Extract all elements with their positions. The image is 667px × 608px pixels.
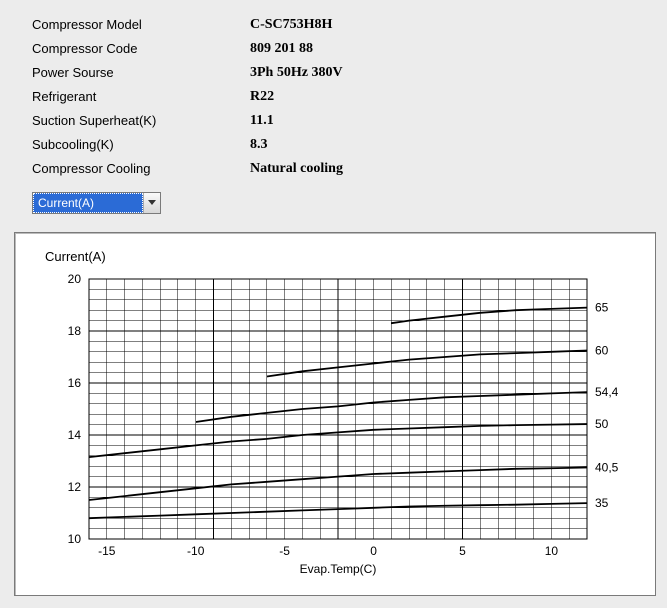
- svg-text:-5: -5: [279, 544, 290, 558]
- svg-text:-15: -15: [98, 544, 116, 558]
- series-label: 50: [595, 417, 609, 431]
- spec-row: Power Sourse3Ph 50Hz 380V: [32, 62, 667, 84]
- chart-title: Current(A): [45, 249, 106, 264]
- svg-text:18: 18: [68, 324, 82, 338]
- metric-dropdown[interactable]: Current(A): [32, 192, 161, 214]
- series-label: 35: [595, 496, 609, 510]
- svg-text:12: 12: [68, 480, 82, 494]
- spec-label: Suction Superheat(K): [32, 110, 250, 132]
- svg-text:10: 10: [545, 544, 559, 558]
- spec-row: Compressor ModelC-SC753H8H: [32, 14, 667, 36]
- svg-text:16: 16: [68, 376, 82, 390]
- spec-value: C-SC753H8H: [250, 14, 332, 36]
- spec-label: Refrigerant: [32, 86, 250, 108]
- spec-row: Subcooling(K)8.3: [32, 134, 667, 156]
- svg-text:5: 5: [459, 544, 466, 558]
- series-label: 60: [595, 344, 609, 358]
- spec-value: R22: [250, 86, 274, 108]
- spec-value: 8.3: [250, 134, 268, 156]
- spec-label: Subcooling(K): [32, 134, 250, 156]
- spec-row: Compressor Code809 201 88: [32, 38, 667, 60]
- spec-row: Compressor CoolingNatural cooling: [32, 158, 667, 180]
- chart-plot: -15 -10 -5 0 5 10 10 12 14 16 18 20 Evap.Temp(C) 65 60…: [41, 267, 641, 577]
- spec-table: Compressor ModelC-SC753H8HCompressor Cod…: [0, 0, 667, 180]
- series-label: 40,5: [595, 461, 619, 475]
- svg-text:10: 10: [68, 532, 82, 546]
- spec-label: Compressor Model: [32, 14, 250, 36]
- svg-text:0: 0: [370, 544, 377, 558]
- series-label: 65: [595, 301, 609, 315]
- spec-row: RefrigerantR22: [32, 86, 667, 108]
- chevron-down-icon: [143, 193, 160, 213]
- spec-label: Compressor Cooling: [32, 158, 250, 180]
- dropdown-selected: Current(A): [33, 193, 143, 213]
- svg-text:14: 14: [68, 428, 82, 442]
- svg-text:20: 20: [68, 272, 82, 286]
- spec-value: 809 201 88: [250, 38, 313, 60]
- series-label: 54,4: [595, 385, 619, 399]
- spec-value: Natural cooling: [250, 158, 343, 180]
- svg-text:-10: -10: [187, 544, 205, 558]
- svg-text:Evap.Temp(C): Evap.Temp(C): [300, 562, 377, 576]
- spec-label: Compressor Code: [32, 38, 250, 60]
- chart-panel: Current(A) -15 -10 -5 0 5 10 10 12 14 16 18 20 Evap.…: [14, 232, 656, 596]
- spec-value: 11.1: [250, 110, 274, 132]
- spec-value: 3Ph 50Hz 380V: [250, 62, 343, 84]
- spec-row: Suction Superheat(K)11.1: [32, 110, 667, 132]
- spec-label: Power Sourse: [32, 62, 250, 84]
